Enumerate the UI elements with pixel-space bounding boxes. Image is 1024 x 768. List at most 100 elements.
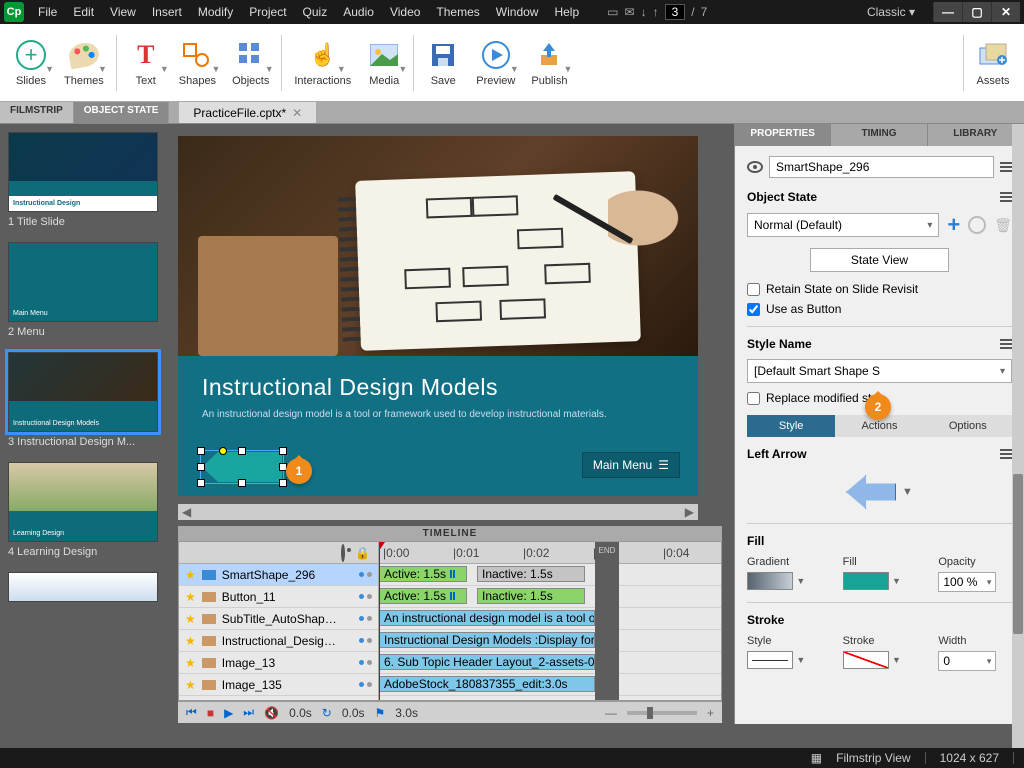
menu-window[interactable]: Window bbox=[488, 5, 547, 19]
nav-up-icon[interactable]: ↑ bbox=[653, 5, 659, 19]
object-name-field[interactable] bbox=[769, 156, 994, 178]
zoom-slider[interactable] bbox=[627, 711, 697, 715]
playhead[interactable] bbox=[379, 542, 380, 700]
nav-down-icon[interactable]: ↓ bbox=[641, 5, 647, 19]
forward-button[interactable]: ⏭ bbox=[243, 705, 254, 720]
state-view-button[interactable]: State View bbox=[810, 248, 949, 272]
menu-video[interactable]: Video bbox=[382, 5, 428, 19]
save-button[interactable]: Save bbox=[418, 34, 468, 91]
filmstrip-tab[interactable]: FILMSTRIP bbox=[0, 102, 74, 123]
gradient-swatch[interactable] bbox=[747, 572, 793, 590]
objects-button[interactable]: ▼Objects bbox=[224, 34, 277, 91]
mail-icon[interactable]: ✉ bbox=[625, 5, 635, 19]
menu-themes[interactable]: Themes bbox=[428, 5, 487, 19]
properties-tab[interactable]: PROPERTIES bbox=[735, 124, 831, 146]
slide-thumb-5[interactable] bbox=[8, 572, 158, 602]
media-button[interactable]: ▼Media bbox=[359, 34, 409, 91]
timeline-track[interactable]: Active: 1.5sInactive: 1.5s bbox=[379, 564, 721, 586]
loop-button[interactable]: ↻ bbox=[322, 706, 332, 720]
timeline-layer[interactable]: ★SmartShape_296 bbox=[179, 564, 378, 586]
timeline-track[interactable]: Instructional Design Models :Display for… bbox=[379, 630, 721, 652]
retain-state-checkbox[interactable]: Retain State on Slide Revisit bbox=[747, 282, 1012, 296]
maximize-button[interactable]: ▢ bbox=[963, 2, 991, 22]
menu-help[interactable]: Help bbox=[546, 5, 587, 19]
stroke-width-field[interactable]: 0 bbox=[938, 651, 996, 671]
slide-canvas[interactable]: Instructional Design Models An instructi… bbox=[178, 136, 698, 496]
zoom-out-button[interactable]: — bbox=[605, 706, 617, 720]
timeline-layer[interactable]: ★Image_135 bbox=[179, 674, 378, 696]
shape-preview[interactable]: ▼ bbox=[747, 475, 1012, 509]
larrow-flyout-icon[interactable] bbox=[1000, 449, 1012, 459]
menu-audio[interactable]: Audio bbox=[335, 5, 382, 19]
timeline-track[interactable]: An instructional design model is a tool … bbox=[379, 608, 721, 630]
stroke-color-swatch[interactable] bbox=[843, 651, 889, 669]
stylename-flyout-icon[interactable] bbox=[1000, 339, 1012, 349]
interactions-button[interactable]: ☝▼Interactions bbox=[286, 34, 359, 91]
menu-project[interactable]: Project bbox=[241, 5, 294, 19]
mute-button[interactable]: 🔇 bbox=[264, 706, 279, 720]
minimize-button[interactable]: — bbox=[934, 2, 962, 22]
style-subtab[interactable]: Style bbox=[747, 415, 835, 437]
menu-insert[interactable]: Insert bbox=[144, 5, 190, 19]
menu-edit[interactable]: Edit bbox=[65, 5, 102, 19]
shapes-button[interactable]: ▼Shapes bbox=[171, 34, 224, 91]
object-state-tab[interactable]: OBJECT STATE bbox=[74, 102, 170, 123]
menu-view[interactable]: View bbox=[102, 5, 144, 19]
flag-icon[interactable]: ⚑ bbox=[375, 706, 386, 720]
style-name-dropdown[interactable]: [Default Smart Shape S bbox=[747, 359, 1012, 383]
rewind-button[interactable]: ⏮ bbox=[186, 705, 197, 720]
menu-modify[interactable]: Modify bbox=[190, 5, 241, 19]
stop-button[interactable]: ■ bbox=[207, 706, 214, 720]
workspace-switcher[interactable]: Classic ▾ bbox=[859, 5, 923, 19]
close-button[interactable]: ✕ bbox=[992, 2, 1020, 22]
menu-quiz[interactable]: Quiz bbox=[295, 5, 336, 19]
timeline-layer[interactable]: ★Button_11 bbox=[179, 586, 378, 608]
library-tab[interactable]: LIBRARY bbox=[928, 124, 1024, 146]
object-state-dropdown[interactable]: Normal (Default) bbox=[747, 213, 939, 237]
slide-thumb-3[interactable]: Instructional Design Models bbox=[8, 352, 158, 432]
themes-button[interactable]: ▼Themes bbox=[56, 34, 112, 91]
slide-thumb-2[interactable]: Main Menu bbox=[8, 242, 158, 322]
timeline-track[interactable]: 6. Sub Topic Header Layout_2-assets-02:3… bbox=[379, 652, 721, 674]
visibility-toggle-icon[interactable] bbox=[747, 161, 763, 173]
preview-button[interactable]: ▼Preview bbox=[468, 34, 523, 91]
slides-button[interactable]: +▼Slides bbox=[6, 34, 56, 91]
visibility-icon[interactable] bbox=[341, 546, 345, 560]
timing-tab[interactable]: TIMING bbox=[831, 124, 927, 146]
timeline-layer[interactable]: ★Instructional_Design_Mo bbox=[179, 630, 378, 652]
slide-thumb-1[interactable]: Instructional Design bbox=[8, 132, 158, 212]
delete-state-button[interactable]: 🗑 bbox=[994, 217, 1012, 234]
timeline-ruler[interactable]: |0:00 |0:01 |0:02 |0:03 |0:04 bbox=[379, 542, 721, 564]
menu-file[interactable]: File bbox=[30, 5, 65, 19]
grid-icon[interactable]: ▦ bbox=[811, 751, 822, 765]
main-menu-button[interactable]: Main Menu☰ bbox=[582, 452, 680, 478]
fill-swatch[interactable] bbox=[843, 572, 889, 590]
slide-thumb-4[interactable]: Learning Design bbox=[8, 462, 158, 542]
objstate-flyout-icon[interactable] bbox=[1000, 192, 1012, 202]
reset-state-button[interactable] bbox=[968, 216, 986, 234]
current-slide-number[interactable]: 3 bbox=[665, 4, 686, 20]
close-tab-icon[interactable]: ✕ bbox=[292, 106, 302, 120]
document-tab[interactable]: PracticeFile.cptx*✕ bbox=[179, 102, 317, 123]
flyout-menu-icon[interactable] bbox=[1000, 162, 1012, 172]
slide-end-marker[interactable]: END bbox=[595, 542, 619, 700]
play-button[interactable]: ▶ bbox=[224, 706, 233, 720]
timeline-layer[interactable]: ★SubTitle_AutoShape_7 bbox=[179, 608, 378, 630]
options-subtab[interactable]: Options bbox=[924, 415, 1012, 437]
use-as-button-checkbox[interactable]: Use as Button bbox=[747, 302, 1012, 316]
lock-icon[interactable]: 🔒 bbox=[355, 546, 370, 560]
right-scrollbar[interactable] bbox=[1012, 124, 1024, 748]
stroke-style-swatch[interactable] bbox=[747, 651, 793, 669]
timeline-layer[interactable]: ★Image_13 bbox=[179, 652, 378, 674]
text-button[interactable]: T▼Text bbox=[121, 34, 171, 91]
publish-button[interactable]: ▼Publish bbox=[523, 34, 575, 91]
assets-button[interactable]: Assets bbox=[968, 34, 1018, 91]
zoom-in-button[interactable]: + bbox=[707, 706, 714, 720]
timeline-track[interactable]: Active: 1.5sInactive: 1.5s bbox=[379, 586, 721, 608]
opacity-field[interactable]: 100 % bbox=[938, 572, 996, 592]
canvas-scrollbar-h[interactable]: ◀▶ bbox=[178, 504, 698, 520]
add-state-button[interactable]: + bbox=[947, 212, 960, 238]
timeline-track[interactable]: AdobeStock_180837355_edit:3.0s bbox=[379, 674, 721, 696]
device-icon[interactable]: ▭ bbox=[607, 5, 618, 19]
selection-handles[interactable] bbox=[200, 450, 284, 484]
